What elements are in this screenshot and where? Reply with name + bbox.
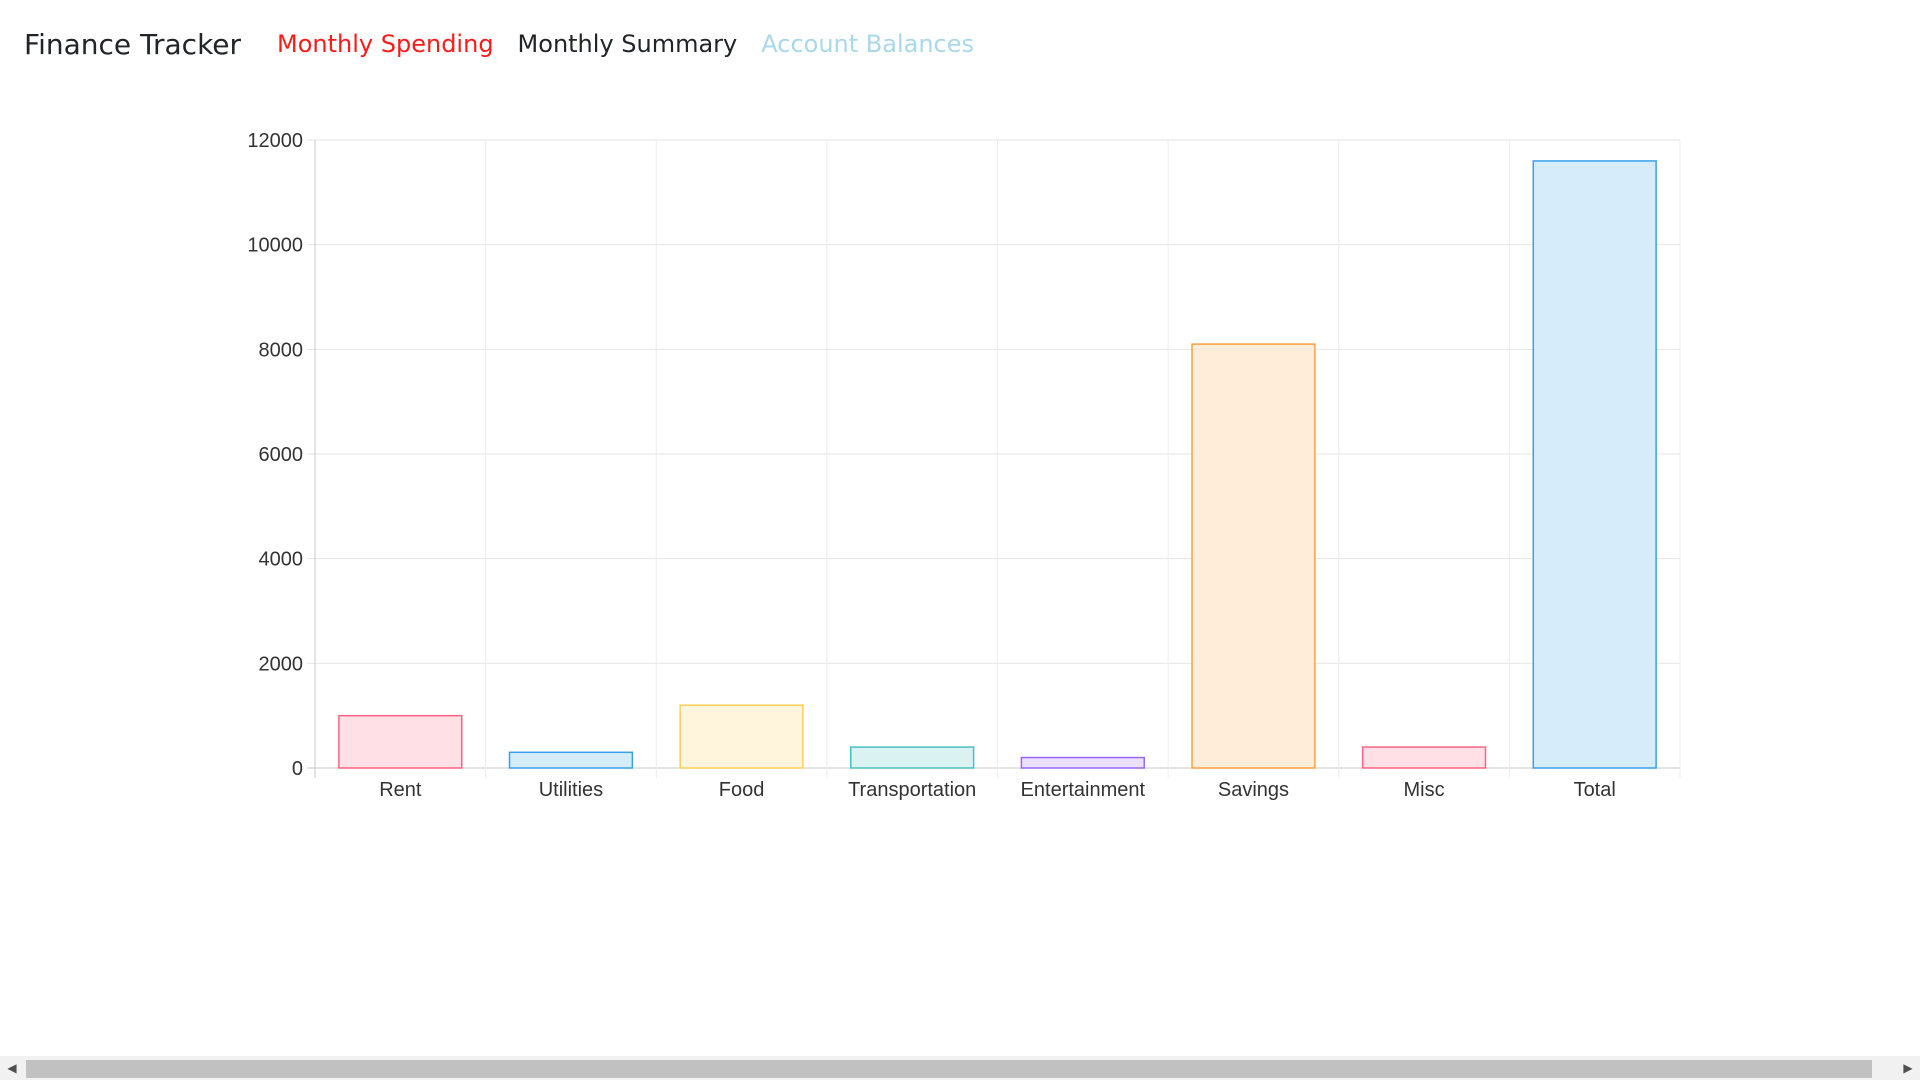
bar-total [1532, 160, 1657, 769]
app-root: Finance Tracker Monthly Spending Monthly… [0, 0, 1920, 1080]
bar-food [679, 704, 804, 769]
nav-link-account-balances[interactable]: Account Balances [761, 30, 974, 58]
horizontal-scrollbar[interactable]: ◀ ▶ [0, 1056, 1920, 1080]
bar-savings [1191, 343, 1316, 769]
y-tick-label: 6000 [259, 444, 304, 466]
y-tick-label: 12000 [247, 130, 303, 152]
brand-title[interactable]: Finance Tracker [24, 28, 241, 61]
y-tick-label: 0 [292, 758, 303, 780]
x-tick-label: Misc [1404, 779, 1445, 801]
scroll-right-arrow-icon[interactable]: ▶ [1896, 1056, 1920, 1080]
bar-transportation [850, 746, 975, 769]
nav-link-monthly-summary[interactable]: Monthly Summary [518, 30, 738, 58]
bar-misc [1361, 746, 1487, 769]
y-tick-label: 4000 [259, 549, 304, 571]
x-tick-label: Total [1574, 779, 1616, 801]
navbar: Finance Tracker Monthly Spending Monthly… [24, 22, 974, 66]
bar-entertainment [1020, 756, 1145, 769]
chart-svg: 0 2000 4000 6000 8000 10000 12000 Rent Utilities… [247, 130, 1681, 801]
nav-link-monthly-spending[interactable]: Monthly Spending [277, 30, 494, 58]
scrollbar-thumb[interactable] [26, 1060, 1872, 1078]
bar-utilities [508, 751, 634, 769]
bar-rent [338, 714, 463, 769]
y-tick-label: 10000 [247, 235, 303, 257]
x-tick-label: Rent [379, 779, 422, 801]
y-tick-label: 2000 [259, 653, 304, 675]
spending-bar-chart: 0 2000 4000 6000 8000 10000 12000 Rent Utilities… [220, 120, 1700, 820]
x-tick-label: Savings [1218, 779, 1289, 801]
x-tick-label: Food [719, 779, 765, 801]
scroll-left-arrow-icon[interactable]: ◀ [0, 1056, 24, 1080]
y-tick-label: 8000 [259, 339, 304, 361]
x-tick-label: Transportation [848, 779, 976, 801]
x-tick-label: Entertainment [1021, 779, 1146, 801]
x-tick-label: Utilities [539, 779, 603, 801]
